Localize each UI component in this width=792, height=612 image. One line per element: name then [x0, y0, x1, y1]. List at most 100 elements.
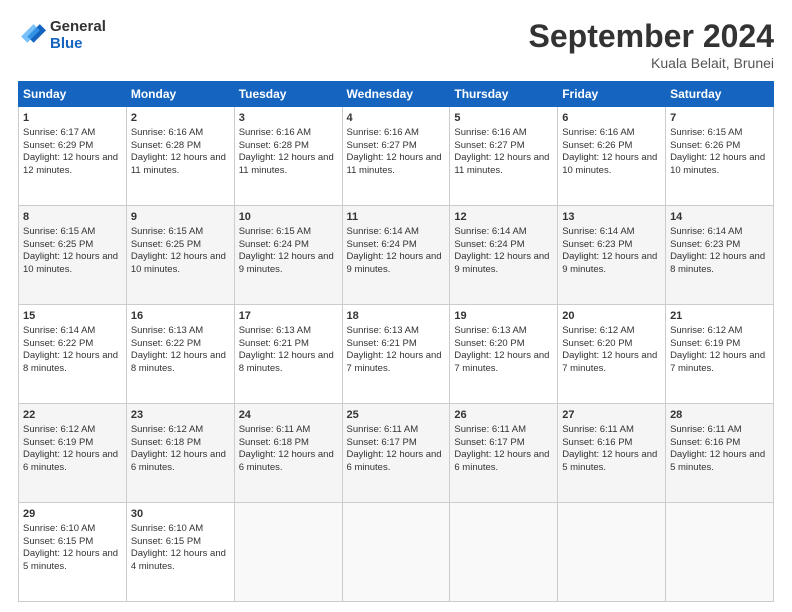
week-row-2: 8 Sunrise: 6:15 AM Sunset: 6:25 PM Dayli…: [19, 206, 774, 305]
daylight-label: Daylight: 12 hours and 11 minutes.: [454, 152, 549, 176]
logo-line2: Blue: [50, 35, 106, 52]
location: Kuala Belait, Brunei: [529, 55, 774, 71]
day-cell-11: 11 Sunrise: 6:14 AM Sunset: 6:24 PM Dayl…: [342, 206, 450, 305]
sunrise-label: Sunrise: 6:13 AM: [131, 325, 203, 336]
day-number: 24: [239, 408, 338, 423]
sunrise-label: Sunrise: 6:15 AM: [23, 226, 95, 237]
col-monday: Monday: [126, 82, 234, 107]
header: General Blue September 2024 Kuala Belait…: [18, 18, 774, 71]
day-number: 4: [347, 111, 446, 126]
sunset-label: Sunset: 6:28 PM: [131, 140, 201, 151]
day-number: 5: [454, 111, 553, 126]
day-number: 10: [239, 210, 338, 225]
sunset-label: Sunset: 6:16 PM: [670, 437, 740, 448]
sunrise-label: Sunrise: 6:10 AM: [23, 523, 95, 534]
day-cell-29: 29 Sunrise: 6:10 AM Sunset: 6:15 PM Dayl…: [19, 503, 127, 602]
day-number: 17: [239, 309, 338, 324]
daylight-label: Daylight: 12 hours and 5 minutes.: [670, 449, 765, 473]
week-row-3: 15 Sunrise: 6:14 AM Sunset: 6:22 PM Dayl…: [19, 305, 774, 404]
sunset-label: Sunset: 6:25 PM: [131, 239, 201, 250]
daylight-label: Daylight: 12 hours and 8 minutes.: [670, 251, 765, 275]
day-cell-18: 18 Sunrise: 6:13 AM Sunset: 6:21 PM Dayl…: [342, 305, 450, 404]
daylight-label: Daylight: 12 hours and 11 minutes.: [347, 152, 442, 176]
sunrise-label: Sunrise: 6:16 AM: [454, 127, 526, 138]
sunset-label: Sunset: 6:15 PM: [131, 536, 201, 547]
week-row-5: 29 Sunrise: 6:10 AM Sunset: 6:15 PM Dayl…: [19, 503, 774, 602]
daylight-label: Daylight: 12 hours and 7 minutes.: [347, 350, 442, 374]
day-cell-19: 19 Sunrise: 6:13 AM Sunset: 6:20 PM Dayl…: [450, 305, 558, 404]
sunset-label: Sunset: 6:27 PM: [454, 140, 524, 151]
empty-cell: [450, 503, 558, 602]
sunrise-label: Sunrise: 6:15 AM: [131, 226, 203, 237]
day-cell-8: 8 Sunrise: 6:15 AM Sunset: 6:25 PM Dayli…: [19, 206, 127, 305]
col-sunday: Sunday: [19, 82, 127, 107]
sunrise-label: Sunrise: 6:15 AM: [239, 226, 311, 237]
day-number: 1: [23, 111, 122, 126]
day-number: 19: [454, 309, 553, 324]
sunset-label: Sunset: 6:24 PM: [239, 239, 309, 250]
col-thursday: Thursday: [450, 82, 558, 107]
empty-cell: [558, 503, 666, 602]
day-cell-2: 2 Sunrise: 6:16 AM Sunset: 6:28 PM Dayli…: [126, 107, 234, 206]
daylight-label: Daylight: 12 hours and 7 minutes.: [454, 350, 549, 374]
day-number: 27: [562, 408, 661, 423]
sunrise-label: Sunrise: 6:11 AM: [454, 424, 526, 435]
sunrise-label: Sunrise: 6:10 AM: [131, 523, 203, 534]
day-number: 11: [347, 210, 446, 225]
day-cell-6: 6 Sunrise: 6:16 AM Sunset: 6:26 PM Dayli…: [558, 107, 666, 206]
day-number: 28: [670, 408, 769, 423]
day-number: 23: [131, 408, 230, 423]
daylight-label: Daylight: 12 hours and 10 minutes.: [562, 152, 657, 176]
sunset-label: Sunset: 6:22 PM: [23, 338, 93, 349]
logo-line1: General: [50, 18, 106, 35]
sunrise-label: Sunrise: 6:12 AM: [23, 424, 95, 435]
day-number: 8: [23, 210, 122, 225]
sunrise-label: Sunrise: 6:14 AM: [347, 226, 419, 237]
sunrise-label: Sunrise: 6:14 AM: [454, 226, 526, 237]
daylight-label: Daylight: 12 hours and 6 minutes.: [131, 449, 226, 473]
page: General Blue September 2024 Kuala Belait…: [0, 0, 792, 612]
sunrise-label: Sunrise: 6:12 AM: [131, 424, 203, 435]
day-cell-20: 20 Sunrise: 6:12 AM Sunset: 6:20 PM Dayl…: [558, 305, 666, 404]
day-number: 25: [347, 408, 446, 423]
sunset-label: Sunset: 6:19 PM: [23, 437, 93, 448]
daylight-label: Daylight: 12 hours and 9 minutes.: [239, 251, 334, 275]
sunset-label: Sunset: 6:29 PM: [23, 140, 93, 151]
daylight-label: Daylight: 12 hours and 7 minutes.: [562, 350, 657, 374]
sunrise-label: Sunrise: 6:16 AM: [239, 127, 311, 138]
sunset-label: Sunset: 6:21 PM: [239, 338, 309, 349]
sunset-label: Sunset: 6:23 PM: [670, 239, 740, 250]
day-number: 26: [454, 408, 553, 423]
sunrise-label: Sunrise: 6:12 AM: [670, 325, 742, 336]
day-cell-25: 25 Sunrise: 6:11 AM Sunset: 6:17 PM Dayl…: [342, 404, 450, 503]
sunset-label: Sunset: 6:18 PM: [131, 437, 201, 448]
sunset-label: Sunset: 6:28 PM: [239, 140, 309, 151]
sunset-label: Sunset: 6:25 PM: [23, 239, 93, 250]
sunrise-label: Sunrise: 6:11 AM: [670, 424, 742, 435]
daylight-label: Daylight: 12 hours and 9 minutes.: [454, 251, 549, 275]
day-cell-24: 24 Sunrise: 6:11 AM Sunset: 6:18 PM Dayl…: [234, 404, 342, 503]
daylight-label: Daylight: 12 hours and 6 minutes.: [239, 449, 334, 473]
sunset-label: Sunset: 6:17 PM: [347, 437, 417, 448]
daylight-label: Daylight: 12 hours and 6 minutes.: [23, 449, 118, 473]
daylight-label: Daylight: 12 hours and 5 minutes.: [23, 548, 118, 572]
day-number: 20: [562, 309, 661, 324]
daylight-label: Daylight: 12 hours and 12 minutes.: [23, 152, 118, 176]
day-number: 7: [670, 111, 769, 126]
sunset-label: Sunset: 6:21 PM: [347, 338, 417, 349]
day-cell-1: 1 Sunrise: 6:17 AM Sunset: 6:29 PM Dayli…: [19, 107, 127, 206]
sunrise-label: Sunrise: 6:15 AM: [670, 127, 742, 138]
sunset-label: Sunset: 6:24 PM: [347, 239, 417, 250]
empty-cell: [342, 503, 450, 602]
day-number: 21: [670, 309, 769, 324]
sunset-label: Sunset: 6:19 PM: [670, 338, 740, 349]
day-number: 9: [131, 210, 230, 225]
daylight-label: Daylight: 12 hours and 9 minutes.: [562, 251, 657, 275]
col-tuesday: Tuesday: [234, 82, 342, 107]
day-number: 29: [23, 507, 122, 522]
logo-text: General Blue: [50, 18, 106, 52]
day-number: 22: [23, 408, 122, 423]
day-cell-14: 14 Sunrise: 6:14 AM Sunset: 6:23 PM Dayl…: [666, 206, 774, 305]
day-cell-23: 23 Sunrise: 6:12 AM Sunset: 6:18 PM Dayl…: [126, 404, 234, 503]
daylight-label: Daylight: 12 hours and 8 minutes.: [131, 350, 226, 374]
